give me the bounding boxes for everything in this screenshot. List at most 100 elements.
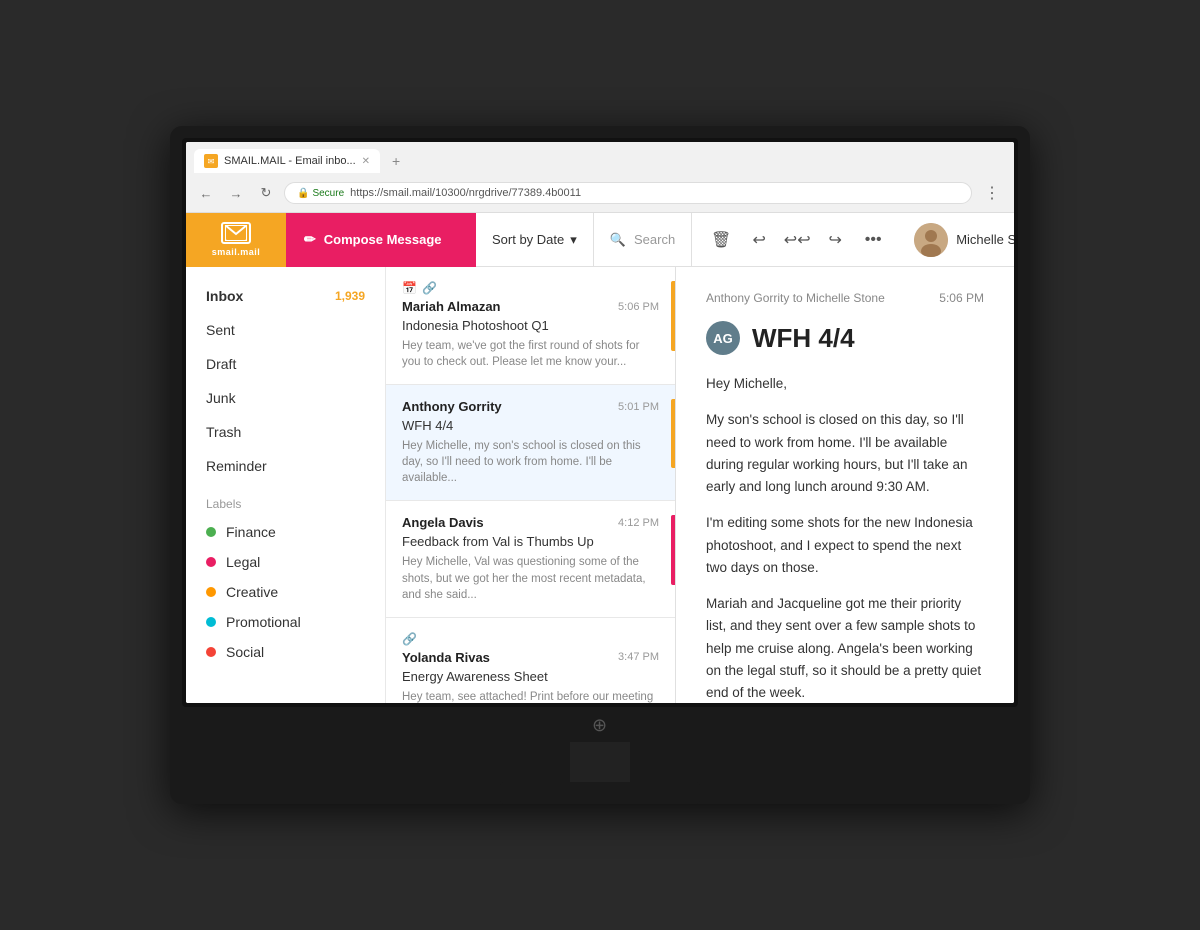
email-sender: Mariah Almazan: [402, 299, 501, 314]
user-name: Michelle Stone: [956, 232, 1014, 247]
sidebar: Inbox 1,939 Sent Draft Junk: [186, 267, 386, 703]
sidebar-item-label: Junk: [206, 390, 236, 406]
compose-button[interactable]: ✏ Compose Message: [286, 213, 476, 267]
email-sender: Yolanda Rivas: [402, 650, 490, 665]
delete-icon: 🗑: [711, 230, 731, 250]
search-area[interactable]: 🔍 Search: [594, 213, 692, 267]
sidebar-label-name: Social: [226, 644, 264, 660]
hp-logo: ⊕: [592, 707, 608, 742]
email-preview: Hey team, we've got the first round of s…: [402, 338, 659, 370]
email-preview: Hey Michelle, Val was questioning some o…: [402, 554, 659, 602]
back-button[interactable]: ←: [194, 181, 218, 205]
sidebar-label-name: Finance: [226, 524, 276, 540]
sidebar-label-name: Promotional: [226, 614, 301, 630]
sidebar-label-promotional[interactable]: Promotional: [186, 607, 385, 637]
forward-button[interactable]: →: [224, 181, 248, 205]
detail-meta: Anthony Gorrity to Michelle Stone: [706, 291, 885, 305]
body-greeting: Hey Michelle,: [706, 373, 984, 395]
browser-tab[interactable]: ✉ SMAIL.MAIL - Email inbo... ✕: [194, 149, 380, 173]
delete-button[interactable]: 🗑: [704, 223, 738, 257]
email-item[interactable]: 🔗 Yolanda Rivas 3:47 PM Energy Awareness…: [386, 618, 675, 703]
sidebar-item-label: Inbox: [206, 288, 243, 304]
finance-dot: [206, 527, 216, 537]
body-para-1: My son's school is closed on this day, s…: [706, 409, 984, 498]
priority-bar: [671, 515, 675, 584]
priority-bar: [671, 399, 675, 468]
promotional-dot: [206, 617, 216, 627]
app-toolbar: smail.mail ✏ Compose Message Sort by Dat…: [186, 213, 1014, 267]
secure-badge: 🔒 Secure: [297, 188, 344, 199]
detail-subject: WFH 4/4: [752, 323, 855, 354]
creative-dot: [206, 587, 216, 597]
email-sender: Anthony Gorrity: [402, 399, 502, 414]
compose-icon: ✏: [304, 231, 316, 248]
email-list: 📅 🔗 Mariah Almazan 5:06 PM Indonesia Pho…: [386, 267, 676, 703]
search-placeholder: Search: [634, 232, 675, 247]
email-subject: Indonesia Photoshoot Q1: [402, 318, 659, 333]
email-time: 5:06 PM: [618, 301, 659, 313]
body-para-3: Mariah and Jacqueline got me their prior…: [706, 593, 984, 703]
sidebar-item-trash[interactable]: Trash: [186, 415, 385, 449]
email-time: 4:12 PM: [618, 517, 659, 529]
sidebar-item-draft[interactable]: Draft: [186, 347, 385, 381]
avatar: [914, 223, 948, 257]
reply-button[interactable]: ↩: [742, 223, 776, 257]
sort-button[interactable]: Sort by Date ▾: [476, 213, 594, 267]
sidebar-item-sent[interactable]: Sent: [186, 313, 385, 347]
monitor-neck: [570, 742, 630, 782]
logo-text: smail.mail: [212, 247, 261, 257]
email-detail: Anthony Gorrity to Michelle Stone 5:06 P…: [676, 267, 1014, 703]
sidebar-item-label: Reminder: [206, 458, 267, 474]
url-text: https://smail.mail/10300/nrgdrive/77389.…: [350, 187, 581, 199]
email-attachment-icons: 🔗: [402, 632, 659, 646]
email-item[interactable]: Anthony Gorrity 5:01 PM WFH 4/4 Hey Mich…: [386, 385, 675, 501]
reply-icon: ↩: [752, 230, 765, 250]
sidebar-label-name: Legal: [226, 554, 260, 570]
user-area[interactable]: Michelle Stone ▾: [902, 223, 1014, 257]
new-tab-button[interactable]: +: [384, 148, 408, 174]
email-item[interactable]: Angela Davis 4:12 PM Feedback from Val i…: [386, 501, 675, 617]
email-preview: Hey team, see attached! Print before our…: [402, 689, 659, 703]
more-button[interactable]: •••: [856, 223, 890, 257]
priority-bar: [671, 281, 675, 351]
reload-button[interactable]: ↻: [254, 181, 278, 205]
email-preview: Hey Michelle, my son's school is closed …: [402, 438, 659, 486]
email-item[interactable]: 📅 🔗 Mariah Almazan 5:06 PM Indonesia Pho…: [386, 267, 675, 385]
inbox-badge: 1,939: [335, 289, 365, 303]
calendar-icon: 📅: [402, 281, 417, 295]
email-subject: WFH 4/4: [402, 418, 659, 433]
detail-body: Hey Michelle, My son's school is closed …: [706, 373, 984, 703]
browser-menu-button[interactable]: ⋮: [978, 179, 1006, 207]
labels-section-title: Labels: [186, 483, 385, 517]
address-bar[interactable]: 🔒 Secure https://smail.mail/10300/nrgdri…: [284, 182, 972, 204]
sidebar-label-finance[interactable]: Finance: [186, 517, 385, 547]
monitor-foot: [500, 782, 700, 804]
browser-chrome: ✉ SMAIL.MAIL - Email inbo... ✕ + ← → ↻ 🔒…: [186, 142, 1014, 213]
sort-chevron-icon: ▾: [570, 232, 577, 248]
social-dot: [206, 647, 216, 657]
compose-label: Compose Message: [324, 232, 442, 247]
logo-icon: [221, 222, 251, 244]
sidebar-item-junk[interactable]: Junk: [186, 381, 385, 415]
sidebar-label-name: Creative: [226, 584, 278, 600]
sidebar-label-creative[interactable]: Creative: [186, 577, 385, 607]
forward-button[interactable]: ↪: [818, 223, 852, 257]
email-sender: Angela Davis: [402, 515, 484, 530]
legal-dot: [206, 557, 216, 567]
sidebar-item-reminder[interactable]: Reminder: [186, 449, 385, 483]
sidebar-label-legal[interactable]: Legal: [186, 547, 385, 577]
reply-all-button[interactable]: ↩↩: [780, 223, 814, 257]
email-time: 3:47 PM: [618, 651, 659, 663]
sidebar-item-inbox[interactable]: Inbox 1,939: [186, 279, 385, 313]
body-para-2: I'm editing some shots for the new Indon…: [706, 512, 984, 579]
email-subject: Feedback from Val is Thumbs Up: [402, 534, 659, 549]
sidebar-label-social[interactable]: Social: [186, 637, 385, 667]
more-icon: •••: [865, 231, 882, 249]
tab-close-button[interactable]: ✕: [362, 156, 370, 167]
sidebar-item-label: Draft: [206, 356, 236, 372]
email-subject: Energy Awareness Sheet: [402, 669, 659, 684]
link-icon: 🔗: [402, 632, 417, 646]
email-time: 5:01 PM: [618, 401, 659, 413]
sidebar-item-label: Sent: [206, 322, 235, 338]
tab-title: SMAIL.MAIL - Email inbo...: [224, 155, 356, 167]
